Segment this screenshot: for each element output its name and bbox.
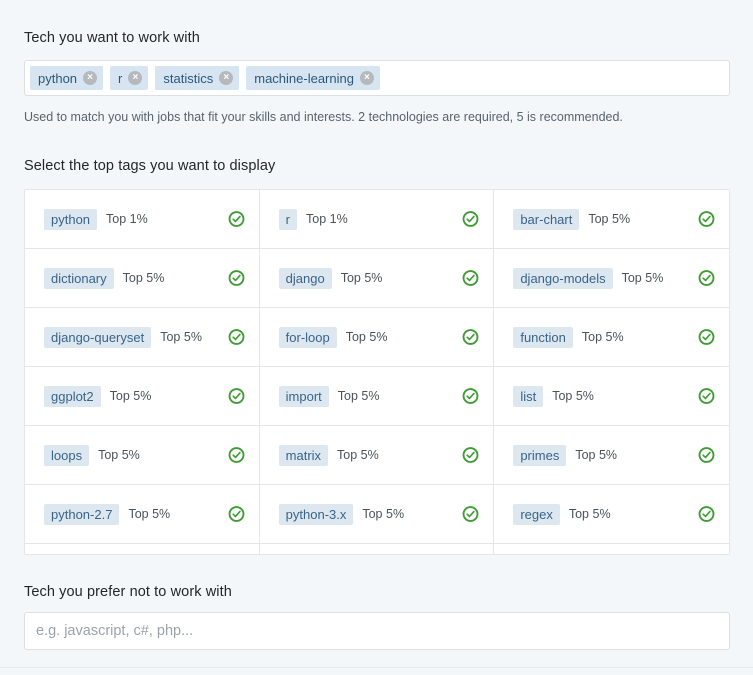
selected-tag-label: python — [38, 71, 77, 86]
tag-grid-cell[interactable]: import Top 5% — [260, 367, 495, 426]
check-circle-icon[interactable] — [462, 270, 479, 287]
check-circle-icon[interactable] — [462, 388, 479, 405]
tag-grid-cell[interactable]: regex Top 5% — [494, 485, 729, 544]
check-circle-icon[interactable] — [698, 506, 715, 523]
tag-pill: bar-chart — [513, 209, 579, 230]
tag-grid-cell[interactable]: python Top 1% — [25, 190, 260, 249]
want-tech-tag-input[interactable]: python×r×statistics×machine-learning× — [24, 60, 730, 96]
avoid-tech-label: Tech you prefer not to work with — [24, 584, 232, 600]
tag-rank-label: Top 5% — [588, 212, 630, 226]
selected-tag-chip[interactable]: python × — [30, 66, 103, 90]
tag-rank-label: Top 5% — [337, 448, 379, 462]
selected-tag-chip[interactable]: statistics × — [155, 66, 239, 90]
tag-grid-cell[interactable] — [260, 544, 495, 555]
selected-tag-chip[interactable]: r× — [110, 66, 148, 90]
tag-grid-cell[interactable]: django-queryset Top 5% — [25, 308, 260, 367]
selected-tag-label: r — [118, 71, 122, 86]
tag-grid-cell[interactable]: function Top 5% — [494, 308, 729, 367]
tag-pill: r — [279, 209, 297, 230]
check-circle-icon[interactable] — [698, 270, 715, 287]
check-circle-icon[interactable] — [462, 447, 479, 464]
check-circle-icon[interactable] — [462, 211, 479, 228]
tag-grid-cell[interactable]: matrix Top 5% — [260, 426, 495, 485]
tag-grid-cell[interactable]: r Top 1% — [260, 190, 495, 249]
tag-preferences-page: Tech you want to work with python×r×stat… — [0, 0, 753, 675]
tag-pill: python-3.x — [279, 504, 354, 525]
selected-tag-label: statistics — [163, 71, 213, 86]
tag-pill: matrix — [279, 445, 328, 466]
tag-rank-label: Top 5% — [575, 448, 617, 462]
tag-rank-label: Top 1% — [106, 212, 148, 226]
tag-pill: list — [513, 386, 543, 407]
tag-rank-label: Top 5% — [569, 507, 611, 521]
check-circle-icon[interactable] — [228, 329, 245, 346]
selected-tag-list: python×r×statistics×machine-learning× — [30, 66, 387, 90]
tag-rank-label: Top 5% — [582, 330, 624, 344]
tag-grid-cell[interactable] — [25, 544, 260, 555]
tag-rank-label: Top 5% — [160, 330, 202, 344]
tag-pill: python-2.7 — [44, 504, 119, 525]
tag-rank-label: Top 5% — [341, 271, 383, 285]
tag-grid-cell[interactable]: bar-chart Top 5% — [494, 190, 729, 249]
tag-grid-cell[interactable]: dictionary Top 5% — [25, 249, 260, 308]
check-circle-icon[interactable] — [462, 329, 479, 346]
tag-grid-cell[interactable] — [494, 544, 729, 555]
tag-rank-label: Top 1% — [306, 212, 348, 226]
remove-tag-icon[interactable]: × — [83, 71, 97, 85]
tag-pill: ggplot2 — [44, 386, 101, 407]
tag-rank-label: Top 5% — [123, 271, 165, 285]
remove-tag-icon[interactable]: × — [128, 71, 142, 85]
tag-rank-label: Top 5% — [362, 507, 404, 521]
avoid-tech-input[interactable]: e.g. javascript, c#, php... — [24, 612, 730, 650]
check-circle-icon[interactable] — [228, 388, 245, 405]
tag-pill: dictionary — [44, 268, 114, 289]
tag-pill: regex — [513, 504, 560, 525]
check-circle-icon[interactable] — [228, 506, 245, 523]
want-tech-label: Tech you want to work with — [24, 30, 200, 46]
want-tech-helper-text: Used to match you with jobs that fit you… — [24, 110, 623, 124]
tag-grid-cell[interactable]: list Top 5% — [494, 367, 729, 426]
remove-tag-icon[interactable]: × — [219, 71, 233, 85]
tag-grid-cell[interactable]: for-loop Top 5% — [260, 308, 495, 367]
check-circle-icon[interactable] — [228, 270, 245, 287]
tag-pill: loops — [44, 445, 89, 466]
tag-rank-label: Top 5% — [552, 389, 594, 403]
tag-pill: django — [279, 268, 332, 289]
tag-grid-cell[interactable]: python-2.7 Top 5% — [25, 485, 260, 544]
tag-rank-label: Top 5% — [346, 330, 388, 344]
select-top-tags-label: Select the top tags you want to display — [24, 158, 275, 174]
selected-tag-chip[interactable]: machine-learning × — [246, 66, 380, 90]
check-circle-icon[interactable] — [228, 447, 245, 464]
tag-rank-label: Top 5% — [622, 271, 664, 285]
tag-grid-cell[interactable]: python-3.x Top 5% — [260, 485, 495, 544]
top-tags-grid: pythonTop 1%rTop 1%bar-chartTop 5%dictio… — [25, 190, 729, 555]
tag-rank-label: Top 5% — [110, 389, 152, 403]
tag-grid-cell[interactable]: primes Top 5% — [494, 426, 729, 485]
selected-tag-label: machine-learning — [254, 71, 354, 86]
tag-pill: django-queryset — [44, 327, 151, 348]
bottom-divider — [0, 667, 753, 668]
check-circle-icon[interactable] — [698, 329, 715, 346]
tag-pill: import — [279, 386, 329, 407]
tag-pill: primes — [513, 445, 566, 466]
tag-rank-label: Top 5% — [338, 389, 380, 403]
tag-grid-cell[interactable]: ggplot2 Top 5% — [25, 367, 260, 426]
tag-pill: django-models — [513, 268, 612, 289]
check-circle-icon[interactable] — [698, 447, 715, 464]
tag-grid-cell[interactable]: django Top 5% — [260, 249, 495, 308]
remove-tag-icon[interactable]: × — [360, 71, 374, 85]
tag-pill: function — [513, 327, 573, 348]
tag-pill: python — [44, 209, 97, 230]
tag-rank-label: Top 5% — [128, 507, 170, 521]
check-circle-icon[interactable] — [698, 211, 715, 228]
tag-rank-label: Top 5% — [98, 448, 140, 462]
tag-grid-cell[interactable]: loops Top 5% — [25, 426, 260, 485]
tag-pill: for-loop — [279, 327, 337, 348]
check-circle-icon[interactable] — [698, 388, 715, 405]
avoid-tech-placeholder: e.g. javascript, c#, php... — [36, 623, 193, 639]
tag-grid-cell[interactable]: django-models Top 5% — [494, 249, 729, 308]
check-circle-icon[interactable] — [462, 506, 479, 523]
top-tags-grid-container[interactable]: pythonTop 1%rTop 1%bar-chartTop 5%dictio… — [24, 189, 730, 555]
check-circle-icon[interactable] — [228, 211, 245, 228]
